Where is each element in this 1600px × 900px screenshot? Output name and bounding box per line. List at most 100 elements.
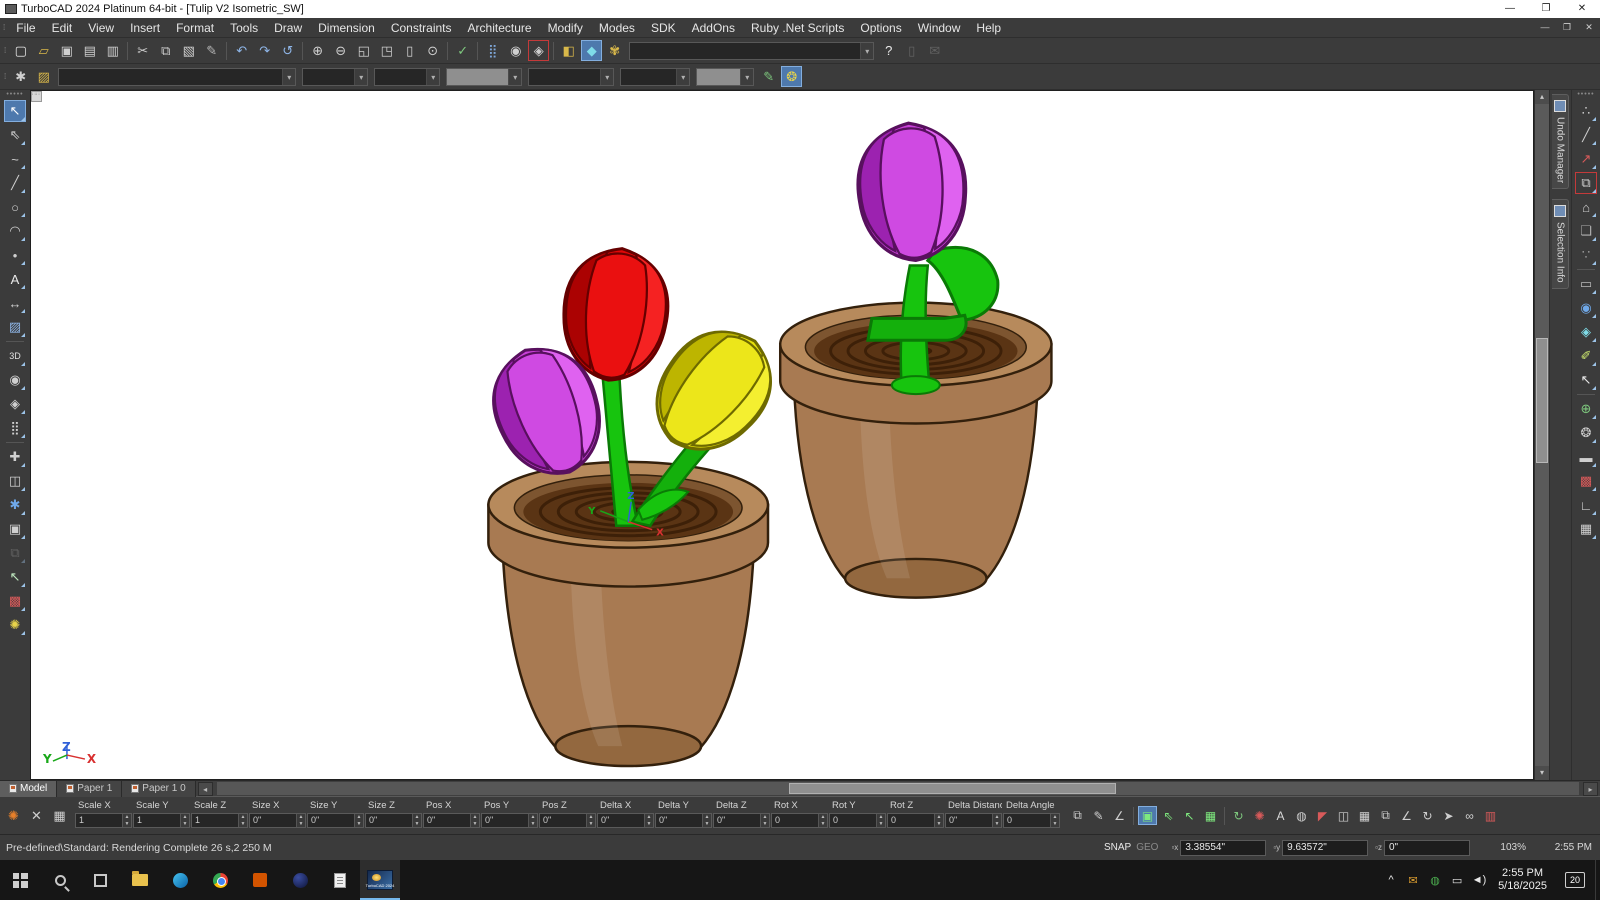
drawing-canvas[interactable]: ∷∷: [30, 90, 1534, 780]
spell-check-icon[interactable]: ✓: [452, 40, 473, 61]
spinner-down-icon[interactable]: ▼: [819, 821, 827, 828]
field-input[interactable]: 0"▲▼: [249, 813, 306, 828]
menu-sdk[interactable]: SDK: [643, 21, 684, 35]
dropdown-arrow-icon[interactable]: ▾: [676, 69, 689, 85]
sheet-scroll-right[interactable]: ▸: [1583, 782, 1598, 796]
modify-gear-icon[interactable]: ✱: [4, 494, 26, 516]
field-input[interactable]: 0"▲▼: [945, 813, 1002, 828]
solid-3d-icon[interactable]: ◈: [4, 393, 26, 415]
stem-base[interactable]: [892, 376, 940, 394]
zoom-out-icon[interactable]: ⊖: [330, 40, 351, 61]
arc-icon[interactable]: ◠: [4, 220, 26, 242]
close-button[interactable]: ✕: [1564, 0, 1600, 18]
dropdown-arrow-icon[interactable]: ▾: [600, 69, 613, 85]
spinner-down-icon[interactable]: ▼: [529, 821, 537, 828]
tool-3d-icon[interactable]: 3D: [4, 345, 26, 367]
menu-format[interactable]: Format: [168, 21, 222, 35]
leaf-bent[interactable]: [868, 315, 966, 340]
color-combo[interactable]: ▾: [446, 68, 522, 86]
field-input[interactable]: 0"▲▼: [481, 813, 538, 828]
snap-modes-icon[interactable]: ◉: [505, 40, 526, 61]
pen-width-combo[interactable]: ▾: [696, 68, 754, 86]
spinner-down-icon[interactable]: ▼: [703, 821, 711, 828]
field-input[interactable]: 0"▲▼: [365, 813, 422, 828]
edit-node-icon[interactable]: ⇖: [4, 124, 26, 146]
canvas-corner-grip[interactable]: ∷∷: [31, 91, 42, 102]
chain-link-icon[interactable]: ∞: [1460, 806, 1479, 825]
select-icon[interactable]: ↖: [4, 100, 26, 122]
x-coordinate-field[interactable]: 3.38554": [1180, 840, 1266, 856]
spinner-down-icon[interactable]: ▼: [1051, 821, 1059, 828]
spinner-down-icon[interactable]: ▼: [181, 821, 189, 828]
open-file-icon[interactable]: ▱: [33, 40, 54, 61]
field-input[interactable]: 0▲▼: [771, 813, 828, 828]
sketch-icon[interactable]: ~: [4, 148, 26, 170]
zoom-level[interactable]: 103%: [1484, 842, 1526, 853]
undo-icon[interactable]: ↶: [231, 40, 252, 61]
snap-toggle[interactable]: SNAP: [1104, 842, 1131, 853]
tray-display-icon[interactable]: ▭: [1446, 874, 1468, 887]
render-scene-icon[interactable]: ❂: [781, 66, 802, 87]
edge-button[interactable]: [160, 860, 200, 900]
menu-file[interactable]: File: [8, 21, 43, 35]
dropdown-arrow-icon[interactable]: ▾: [508, 69, 521, 85]
flower-pot-front[interactable]: Y X Z: [478, 243, 794, 766]
line-style-combo[interactable]: ▾: [302, 68, 368, 86]
dropdown-arrow-icon[interactable]: ▾: [860, 43, 873, 59]
snap-vertex-icon[interactable]: ⇖: [1159, 806, 1178, 825]
cut-icon[interactable]: ✂: [132, 40, 153, 61]
tray-chevron-icon[interactable]: ^: [1380, 874, 1402, 886]
zoom-window-icon[interactable]: ◱: [353, 40, 374, 61]
redo-icon[interactable]: ↷: [254, 40, 275, 61]
sphere-3d-icon[interactable]: ◉: [4, 369, 26, 391]
office-app-button[interactable]: [240, 860, 280, 900]
snap-grid-icon[interactable]: ▦: [1201, 806, 1220, 825]
spinner-down-icon[interactable]: ▼: [123, 821, 131, 828]
assemble-icon[interactable]: ✚: [4, 446, 26, 468]
menu-modify[interactable]: Modify: [540, 21, 591, 35]
mdi-close-button[interactable]: ✕: [1578, 22, 1600, 33]
new-file-icon[interactable]: ▢: [10, 40, 31, 61]
vector-arrow-icon[interactable]: ↗: [1575, 148, 1597, 170]
settings-gear-icon[interactable]: ✱: [10, 66, 31, 87]
report-table-icon[interactable]: ▥: [1481, 806, 1500, 825]
polyline-edit-icon[interactable]: ╱: [1575, 124, 1597, 146]
circle-snap-icon[interactable]: ⊕: [1575, 398, 1597, 420]
extrude-house-icon[interactable]: ⌂: [1575, 196, 1597, 218]
link-frames-icon[interactable]: ⧉: [1575, 172, 1597, 194]
angle-pen-icon[interactable]: ∠: [1110, 806, 1129, 825]
sphere-render-icon[interactable]: ◉: [1575, 297, 1597, 319]
task-view-button[interactable]: [80, 860, 120, 900]
text-icon[interactable]: A: [4, 268, 26, 290]
snap-midpoint-icon[interactable]: ↖: [1180, 806, 1199, 825]
field-input[interactable]: 1▲▼: [133, 813, 190, 828]
spinner-down-icon[interactable]: ▼: [471, 821, 479, 828]
toolbar-grip[interactable]: ⁞: [1, 46, 9, 55]
horizontal-scrollbar[interactable]: [217, 782, 1579, 795]
grid-settings-icon[interactable]: ▦: [1575, 518, 1597, 540]
pick-object-icon[interactable]: ↖: [4, 566, 26, 588]
group-edit-icon[interactable]: ⧉: [4, 542, 26, 564]
send-mail-icon[interactable]: ✉: [924, 40, 945, 61]
copy-icon[interactable]: ⧉: [155, 40, 176, 61]
spinner-down-icon[interactable]: ▼: [297, 821, 305, 828]
rotate-cw-icon[interactable]: ↻: [1418, 806, 1437, 825]
flower-pot-back[interactable]: [780, 120, 1051, 597]
table-grid-icon[interactable]: ▦: [1355, 806, 1374, 825]
point-icon[interactable]: •: [4, 244, 26, 266]
field-input[interactable]: 0▲▼: [1003, 813, 1060, 828]
context-help-icon[interactable]: ?: [878, 40, 899, 61]
menu-insert[interactable]: Insert: [122, 21, 168, 35]
ortho-pen-icon[interactable]: ✎: [1089, 806, 1108, 825]
tray-mail-icon[interactable]: ✉: [1402, 874, 1424, 887]
small-nodes-icon[interactable]: ∵: [1575, 244, 1597, 266]
dropdown-arrow-icon[interactable]: ▾: [740, 69, 753, 85]
rendered-scene[interactable]: Y X Z Y Z X: [31, 91, 1533, 779]
menu-help[interactable]: Help: [968, 21, 1009, 35]
sheet-tab-model[interactable]: Model: [0, 781, 57, 797]
file-explorer-button[interactable]: [120, 860, 160, 900]
ucs-corner-icon[interactable]: ∟: [1575, 494, 1597, 516]
dropdown-arrow-icon[interactable]: ▾: [426, 69, 439, 85]
clear-selection-icon[interactable]: ✕: [26, 805, 47, 826]
geo-toggle[interactable]: GEO: [1136, 842, 1158, 853]
